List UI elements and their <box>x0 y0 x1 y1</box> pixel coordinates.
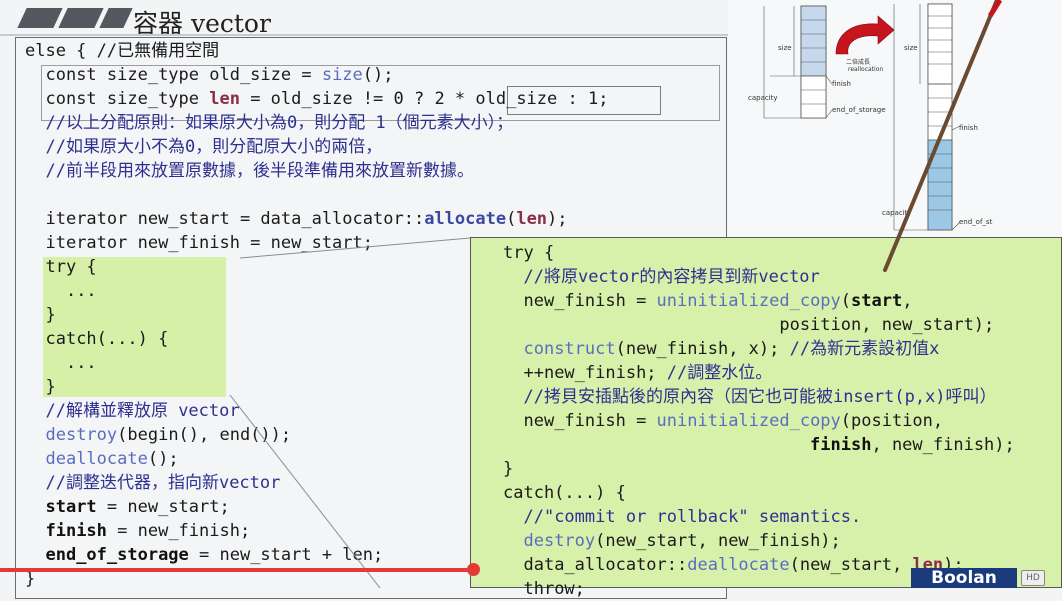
channel-logo: Boolan <box>911 568 1017 588</box>
progress-scrubber-handle[interactable] <box>466 563 480 576</box>
hd-quality-badge[interactable]: HD <box>1021 570 1045 586</box>
video-progress-bar[interactable] <box>0 568 473 572</box>
laser-pointer-stick <box>229 0 1003 588</box>
